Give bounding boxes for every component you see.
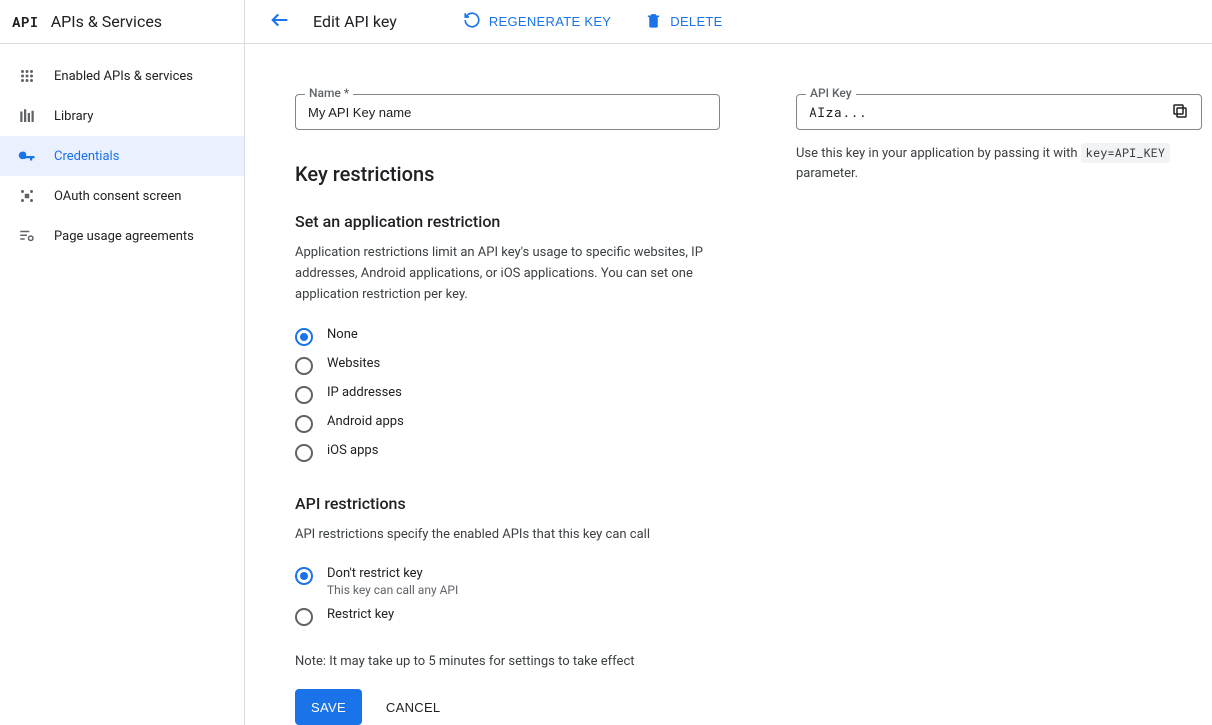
sidebar-item-label: Enabled APIs & services — [54, 69, 193, 84]
button-label: DELETE — [670, 14, 722, 29]
button-row: SAVE CANCEL — [295, 689, 720, 725]
sidebar: API APIs & Services Enabled APIs & servi… — [0, 0, 245, 725]
sidebar-item-oauth[interactable]: OAuth consent screen — [0, 176, 244, 216]
radio-label: Android apps — [327, 414, 404, 429]
key-column: API Key AIza... Use this key in your app… — [796, 94, 1202, 705]
button-label: REGENERATE KEY — [489, 14, 611, 29]
radio-icon — [295, 444, 313, 462]
save-button[interactable]: SAVE — [295, 689, 362, 725]
key-restrictions-heading: Key restrictions — [295, 162, 720, 186]
product-header: API APIs & Services — [0, 0, 244, 44]
product-title: APIs & Services — [51, 12, 162, 31]
copy-icon — [1171, 102, 1189, 123]
radio-icon — [295, 357, 313, 375]
sidebar-item-label: Page usage agreements — [54, 229, 194, 244]
name-field-wrapper: Name * — [295, 94, 720, 130]
grid-dots-icon — [18, 67, 36, 85]
consent-icon — [18, 187, 36, 205]
content: Name * Key restrictions Set an applicati… — [245, 44, 1212, 725]
sidebar-item-enabled-apis[interactable]: Enabled APIs & services — [0, 56, 244, 96]
radio-option-websites[interactable]: Websites — [295, 354, 720, 377]
radio-sublabel: This key can call any API — [327, 583, 458, 597]
radio-icon — [295, 328, 313, 346]
hint-text-after: parameter. — [796, 166, 858, 181]
radio-option-ip-addresses[interactable]: IP addresses — [295, 383, 720, 406]
radio-label: Don't restrict key — [327, 566, 458, 581]
delete-button[interactable]: DELETE — [637, 8, 730, 36]
key-icon — [18, 147, 36, 165]
copy-key-button[interactable] — [1167, 98, 1193, 127]
app-restriction-radio-group: None Websites IP addresses Android apps — [295, 325, 720, 464]
library-icon — [18, 107, 36, 125]
nav-list: Enabled APIs & services Library Credenti… — [0, 44, 244, 256]
api-key-value: AIza... — [809, 103, 1159, 121]
radio-option-dont-restrict[interactable]: Don't restrict key This key can call any… — [295, 564, 720, 599]
settings-note: Note: It may take up to 5 minutes for se… — [295, 654, 720, 669]
radio-option-android[interactable]: Android apps — [295, 412, 720, 435]
api-key-label: API Key — [806, 86, 856, 100]
back-button[interactable] — [265, 5, 295, 38]
radio-icon — [295, 567, 313, 585]
api-restriction-radio-group: Don't restrict key This key can call any… — [295, 564, 720, 628]
agreement-icon — [18, 227, 36, 245]
cancel-button[interactable]: CANCEL — [386, 700, 441, 715]
topbar: Edit API key REGENERATE KEY DELETE — [245, 0, 1212, 44]
sidebar-item-label: Credentials — [54, 149, 119, 164]
trash-icon — [645, 12, 662, 32]
radio-label: Restrict key — [327, 607, 394, 622]
api-restriction-description: API restrictions specify the enabled API… — [295, 525, 705, 546]
refresh-icon — [463, 11, 481, 32]
sidebar-item-label: OAuth consent screen — [54, 189, 181, 204]
radio-option-restrict[interactable]: Restrict key — [295, 605, 720, 628]
arrow-left-icon — [269, 9, 291, 34]
radio-option-none[interactable]: None — [295, 325, 720, 348]
radio-label: Websites — [327, 356, 380, 371]
regenerate-key-button[interactable]: REGENERATE KEY — [455, 7, 619, 36]
radio-label: iOS apps — [327, 443, 378, 458]
sidebar-item-credentials[interactable]: Credentials — [0, 136, 244, 176]
radio-label: IP addresses — [327, 385, 402, 400]
radio-label: None — [327, 327, 358, 342]
radio-option-ios[interactable]: iOS apps — [295, 441, 720, 464]
page-title: Edit API key — [313, 12, 397, 31]
name-input[interactable] — [295, 94, 720, 130]
form-column: Name * Key restrictions Set an applicati… — [295, 94, 720, 705]
api-key-display: AIza... — [796, 94, 1202, 130]
api-restriction-heading: API restrictions — [295, 494, 720, 513]
name-field-label: Name * — [305, 86, 353, 100]
hint-text-before: Use this key in your application by pass… — [796, 146, 1081, 161]
sidebar-item-library[interactable]: Library — [0, 96, 244, 136]
radio-icon — [295, 608, 313, 626]
api-key-wrapper: API Key AIza... — [796, 94, 1202, 130]
api-logo: API — [12, 12, 39, 31]
main: Edit API key REGENERATE KEY DELETE Name … — [245, 0, 1212, 725]
sidebar-item-agreements[interactable]: Page usage agreements — [0, 216, 244, 256]
app-restriction-description: Application restrictions limit an API ke… — [295, 243, 705, 305]
sidebar-item-label: Library — [54, 109, 93, 124]
hint-code: key=API_KEY — [1081, 143, 1170, 163]
app-restriction-heading: Set an application restriction — [295, 212, 720, 231]
radio-icon — [295, 415, 313, 433]
radio-icon — [295, 386, 313, 404]
api-key-hint: Use this key in your application by pass… — [796, 144, 1202, 183]
